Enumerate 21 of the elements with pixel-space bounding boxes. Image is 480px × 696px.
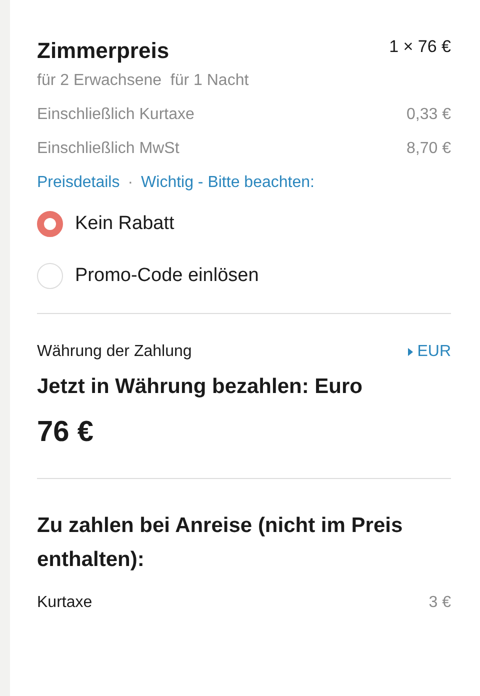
caret-icon <box>408 348 414 356</box>
quantity-price: 1 × 76 € <box>389 36 451 58</box>
arrival-heading: Zu zahlen bei Anreise (nicht im Preis enthalten): <box>37 513 404 573</box>
price-details-link[interactable]: Preisdetails <box>37 171 120 195</box>
currency-link[interactable]: EUR <box>408 340 451 364</box>
fee-label: Einschließlich Kurtaxe <box>37 105 194 125</box>
fee-amount: 8,70 € <box>406 139 451 159</box>
fee-amount: 0,33 € <box>406 105 451 125</box>
important-notice-link[interactable]: Wichtig - Bitte beachten: <box>141 171 314 195</box>
fee-amount: 3 € <box>428 593 451 613</box>
guests-nights-text: für 2 Erwachsene für 1 Nacht <box>37 71 250 91</box>
radio-button[interactable] <box>37 211 63 237</box>
fee-label: Kurtaxe <box>37 593 92 613</box>
radio-label[interactable]: Promo-Code einlösen <box>75 263 259 289</box>
fee-label: Einschließlich MwSt <box>37 139 180 159</box>
link-separator: · <box>128 173 134 193</box>
total-price: 76 € <box>37 415 94 450</box>
section-title: Zimmerpreis <box>37 37 170 65</box>
currency-heading: Jetzt in Währung bezahlen: Euro <box>37 374 364 400</box>
currency-label: Währung der Zahlung <box>37 342 192 362</box>
radio-label[interactable]: Kein Rabatt <box>75 211 174 237</box>
